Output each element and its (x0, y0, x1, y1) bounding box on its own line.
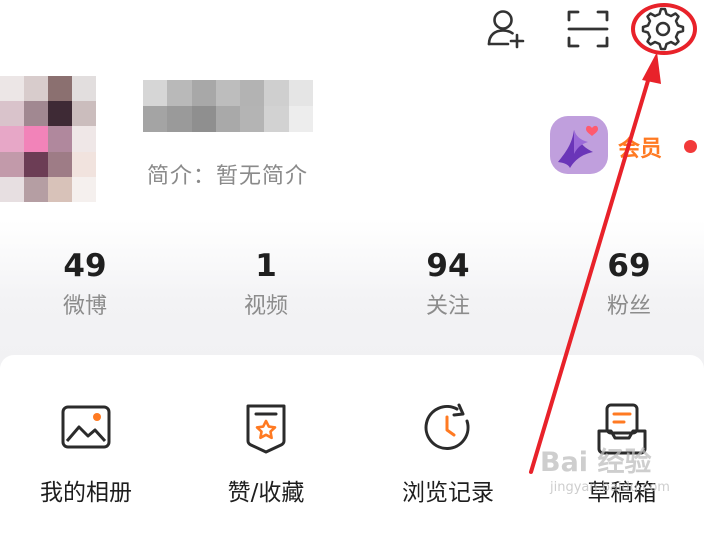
stat-label: 关注 (425, 294, 470, 319)
stat-label: 粉丝 (606, 294, 651, 319)
draft-box-icon (593, 401, 651, 457)
settings-icon (641, 7, 685, 51)
scan-icon (567, 10, 609, 48)
function-label: 我的相册 (40, 480, 132, 506)
scan-button[interactable] (565, 6, 611, 52)
function-label: 草稿箱 (587, 480, 657, 506)
stat-weibo[interactable]: 49 微博 (15, 248, 155, 320)
bookmark-star-icon (237, 401, 295, 457)
browse-history-button[interactable]: 浏览记录 (373, 401, 523, 507)
settings-button[interactable] (640, 6, 686, 52)
function-label: 赞/收藏 (227, 480, 305, 506)
stat-value: 49 (63, 248, 107, 284)
stat-value: 94 (426, 248, 470, 284)
stat-value: 69 (607, 248, 651, 284)
stat-value: 1 (255, 248, 277, 284)
stat-videos[interactable]: 1 视频 (196, 248, 336, 320)
history-clock-icon (419, 401, 477, 457)
stat-followers[interactable]: 69 粉丝 (559, 248, 699, 320)
add-friend-button[interactable] (484, 6, 530, 52)
drafts-button[interactable]: 草稿箱 (547, 401, 697, 507)
stat-label: 微博 (62, 294, 107, 319)
vip-label: 会员 (618, 137, 663, 162)
username-mosaic (143, 80, 314, 132)
photo-album-icon (57, 401, 115, 457)
vip-entry[interactable]: 会员 (548, 114, 704, 176)
bio-text[interactable]: 简介：暂无简介 (147, 158, 308, 190)
function-label: 浏览记录 (402, 480, 494, 506)
add-friend-icon (487, 10, 525, 49)
function-card: 我的相册 赞/收藏 浏览记录 草稿箱 (0, 355, 704, 535)
my-album-button[interactable]: 我的相册 (11, 401, 161, 507)
avatar[interactable] (0, 76, 96, 202)
vip-bird-icon (548, 114, 610, 176)
stat-following[interactable]: 94 关注 (378, 248, 518, 320)
stat-label: 视频 (243, 294, 288, 319)
notification-dot (684, 140, 697, 153)
likes-favorites-button[interactable]: 赞/收藏 (191, 401, 341, 507)
